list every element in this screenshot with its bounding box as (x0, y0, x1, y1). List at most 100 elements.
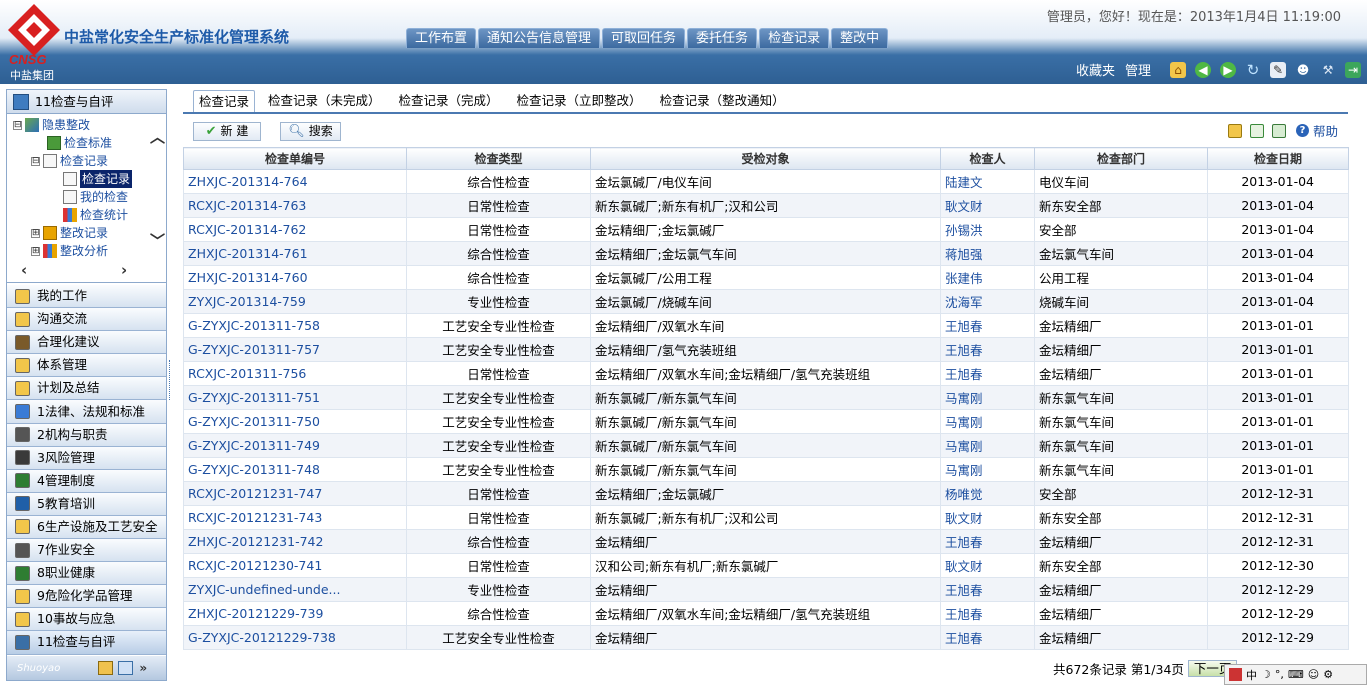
export-excel-icon[interactable] (1249, 123, 1264, 138)
new-button[interactable]: ✔ 新 建 (193, 122, 261, 141)
tab-inspection-records-all[interactable]: 检查记录 (193, 90, 256, 112)
tree-vertical-scrollbar[interactable]: ︿ ﹀ (148, 126, 165, 252)
home-icon[interactable]: ⌂ (1170, 61, 1186, 78)
nav-tab-rectifying[interactable]: 整改中 (831, 28, 889, 48)
menu-item[interactable]: 7作业安全 (7, 539, 166, 563)
tab-inspection-records-immediate[interactable]: 检查记录（立即整改） (512, 90, 647, 112)
cell-inspector[interactable]: 杨唯觉 (940, 481, 1035, 506)
cell-inspector[interactable]: 王旭春 (940, 313, 1035, 338)
column-header-department[interactable]: 检查部门 (1034, 147, 1208, 170)
tab-inspection-records-notice[interactable]: 检查记录（整改通知） (655, 90, 790, 112)
menu-item[interactable]: 11检查与自评 (7, 631, 166, 655)
menu-item[interactable]: 合理化建议 (7, 331, 166, 355)
tree-node-rectification-record[interactable]: ⊞ 整改记录 (31, 224, 108, 242)
cell-inspector[interactable]: 王旭春 (940, 625, 1035, 650)
forward-icon[interactable]: ▶ (1220, 61, 1236, 78)
cell-record-no[interactable]: RCXJC-201311-756 (183, 361, 407, 386)
menu-item[interactable]: 9危险化学品管理 (7, 585, 166, 609)
menu-item[interactable]: 我的工作 (7, 285, 166, 309)
cell-inspector[interactable]: 孙锡洪 (940, 217, 1035, 242)
table-row[interactable]: RCXJC-20121230-741 日常性检查 汉和公司;新东有机厂;新东氯碱厂耿… (183, 553, 1349, 578)
table-row[interactable]: RCXJC-201314-763 日常性检查 新东氯碱厂;新东有机厂;汉和公司 耿文财… (183, 193, 1349, 218)
scroll-up-icon[interactable]: ︿ (150, 126, 165, 147)
tree-node-inspection-record-group[interactable]: ⊟ 检查记录 (31, 152, 108, 170)
cell-record-no[interactable]: RCXJC-20121230-741 (183, 553, 407, 578)
cell-record-no[interactable]: G-ZYXJC-201311-750 (183, 409, 407, 434)
cell-record-no[interactable]: ZHXJC-20121229-739 (183, 601, 407, 626)
menu-item[interactable]: 1法律、法规和标准 (7, 400, 166, 424)
nav-tab-retrievable-tasks[interactable]: 可取回任务 (602, 28, 686, 48)
tree-node-my-inspection[interactable]: 我的检查 (63, 188, 128, 206)
tree-node-inspection-statistics[interactable]: 检查统计 (63, 206, 128, 224)
table-row[interactable]: RCXJC-201314-762 日常性检查 金坛精细厂;金坛氯碱厂 孙锡洪 安全部 20… (183, 217, 1349, 242)
menu-item[interactable]: 10事故与应急 (7, 608, 166, 632)
expand-toggle-icon[interactable]: ⊞ (31, 228, 40, 238)
settings-icon[interactable]: ⚙ (1323, 668, 1333, 681)
nav-tab-delegated-tasks[interactable]: 委托任务 (687, 28, 758, 48)
tree-node-inspection-record[interactable]: 检查记录 (63, 170, 133, 188)
table-row[interactable]: ZHXJC-20121231-742 综合性检查 金坛精细厂 王旭春 金坛精细厂 2012… (183, 529, 1349, 554)
manage-link[interactable]: 管理 (1125, 60, 1151, 79)
help-link[interactable]: ? 帮助 (1295, 121, 1338, 140)
tree-horizontal-scrollbar[interactable]: ‹ › (21, 261, 146, 280)
search-button[interactable]: 🔍︎ 搜索 (280, 122, 341, 141)
cell-inspector[interactable]: 王旭春 (940, 601, 1035, 626)
cell-inspector[interactable]: 沈海军 (940, 289, 1035, 314)
menu-item[interactable]: 4管理制度 (7, 469, 166, 493)
table-row[interactable]: G-ZYXJC-201311-751 工艺安全专业性检查 新东氯碱厂/新东氯气车间马… (183, 385, 1349, 410)
cell-inspector[interactable]: 耿文财 (940, 553, 1035, 578)
table-row[interactable]: G-ZYXJC-20121229-738 工艺安全专业性检查 金坛精细厂 王旭春 金坛精… (183, 625, 1349, 650)
expand-more-icon[interactable]: » (139, 661, 147, 675)
cell-inspector[interactable]: 耿文财 (940, 505, 1035, 530)
image-icon[interactable] (1271, 123, 1286, 138)
tree-node-hazard-rectification[interactable]: ⊟ 隐患整改 (13, 116, 90, 134)
table-row[interactable]: ZHXJC-201314-760 综合性检查 金坛氯碱厂/公用工程 张建伟 公用工程 20… (183, 265, 1349, 290)
collapse-toggle-icon[interactable]: ⊟ (31, 156, 40, 166)
table-row[interactable]: ZYXJC-201314-759 专业性检查 金坛氯碱厂/烧碱车间 沈海军 烧碱车间 20… (183, 289, 1349, 314)
menu-item[interactable]: 沟通交流 (7, 308, 166, 332)
cell-record-no[interactable]: ZHXJC-201314-760 (183, 265, 407, 290)
table-row[interactable]: ZHXJC-201314-764 综合性检查 金坛氯碱厂/电仪车间 陆建文 电仪车间 20… (183, 169, 1349, 194)
column-header-record-no[interactable]: 检查单编号 (183, 147, 407, 170)
tab-inspection-records-incomplete[interactable]: 检查记录（未完成） (263, 90, 386, 112)
folder-icon[interactable] (98, 661, 114, 675)
punctuation-icon[interactable]: °, (1275, 668, 1284, 681)
table-row[interactable]: G-ZYXJC-201311-758 工艺安全专业性检查 金坛精细厂/双氧水车间 王旭… (183, 313, 1349, 338)
cell-inspector[interactable]: 王旭春 (940, 337, 1035, 362)
cell-inspector[interactable]: 王旭春 (940, 577, 1035, 602)
sidebar-collapse-handle[interactable] (169, 360, 173, 400)
edit-icon[interactable]: ✎ (1270, 61, 1286, 78)
cell-record-no[interactable]: RCXJC-20121231-747 (183, 481, 407, 506)
tree-node-inspection-standard[interactable]: 检查标准 (47, 134, 112, 152)
menu-item[interactable]: 5教育培训 (7, 492, 166, 516)
scroll-right-icon[interactable]: › (121, 261, 127, 279)
user-icon[interactable]: ☺ (1308, 668, 1319, 681)
table-row[interactable]: RCXJC-20121231-747 日常性检查 金坛精细厂;金坛氯碱厂 杨唯觉 安全部… (183, 481, 1349, 506)
cell-inspector[interactable]: 张建伟 (940, 265, 1035, 290)
cell-record-no[interactable]: G-ZYXJC-201311-748 (183, 457, 407, 482)
cell-record-no[interactable]: ZYXJC-201314-759 (183, 289, 407, 314)
tab-inspection-records-complete[interactable]: 检查记录（完成） (394, 90, 504, 112)
cell-inspector[interactable]: 马寓刚 (940, 385, 1035, 410)
exit-icon[interactable]: ⇥ (1345, 61, 1361, 78)
table-row[interactable]: ZHXJC-201314-761 综合性检查 金坛精细厂;金坛氯气车间 蒋旭强 金坛氯气… (183, 241, 1349, 266)
menu-item[interactable]: 3风险管理 (7, 446, 166, 470)
table-row[interactable]: RCXJC-20121231-743 日常性检查 新东氯碱厂;新东有机厂;汉和公司耿… (183, 505, 1349, 530)
scroll-left-icon[interactable]: ‹ (21, 261, 27, 279)
column-header-date[interactable]: 检查日期 (1207, 147, 1349, 170)
menu-item[interactable]: 8职业健康 (7, 562, 166, 586)
tree-node-rectification-analysis[interactable]: ⊞ 整改分析 (31, 242, 108, 260)
column-header-inspected-target[interactable]: 受检对象 (590, 147, 941, 170)
back-icon[interactable]: ◀ (1195, 61, 1211, 78)
table-row[interactable]: RCXJC-201311-756 日常性检查 金坛精细厂/双氧水车间;金坛精细厂/氢… (183, 361, 1349, 386)
cell-record-no[interactable]: ZHXJC-201314-764 (183, 169, 407, 194)
tree-panel-header[interactable]: 11检查与自评 (7, 90, 166, 114)
cell-inspector[interactable]: 王旭春 (940, 361, 1035, 386)
menu-item[interactable]: 2机构与职责 (7, 423, 166, 447)
cell-inspector[interactable]: 耿文财 (940, 193, 1035, 218)
cell-record-no[interactable]: ZHXJC-20121231-742 (183, 529, 407, 554)
table-row[interactable]: ZHXJC-20121229-739 综合性检查 金坛精细厂/双氧水车间;金坛精细厂… (183, 601, 1349, 626)
cell-record-no[interactable]: G-ZYXJC-201311-751 (183, 385, 407, 410)
menu-item[interactable]: 体系管理 (7, 354, 166, 378)
settings-icon[interactable]: ⚒ (1320, 62, 1336, 78)
